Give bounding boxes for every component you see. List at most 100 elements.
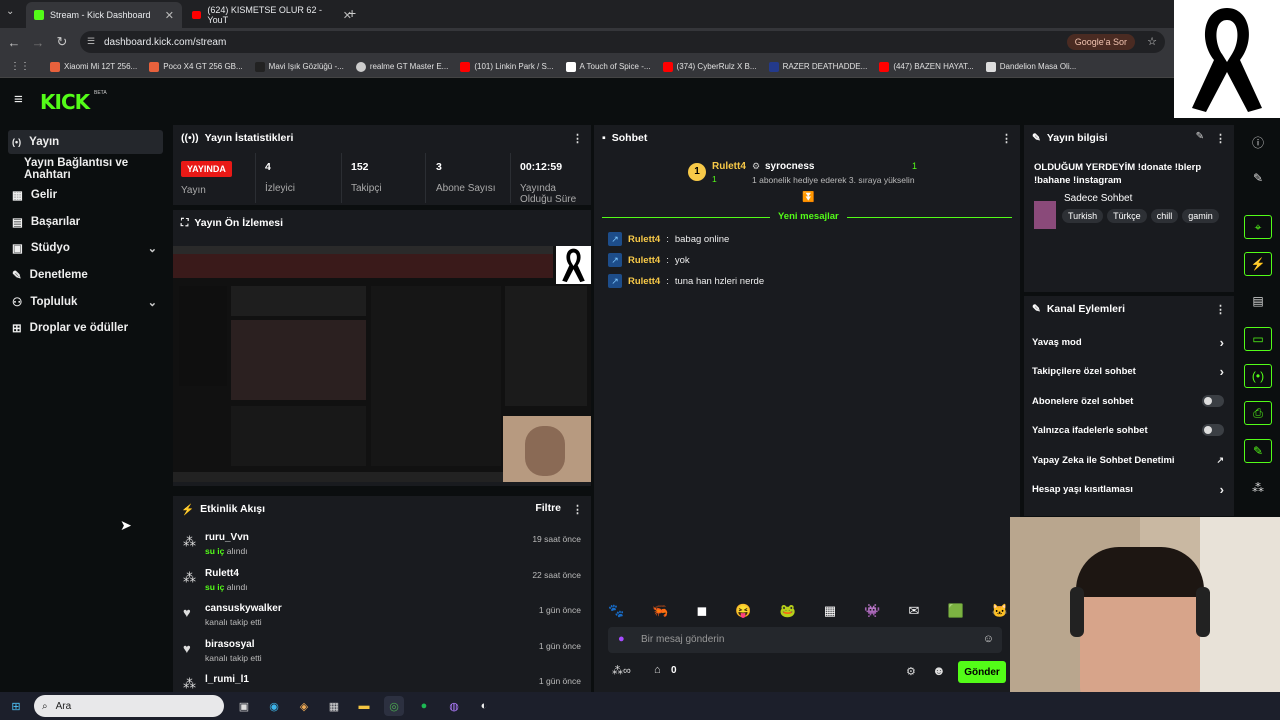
sidebar-item-droplar[interactable]: ⊞ Droplar ve ödüller bbox=[8, 316, 163, 340]
spotify-icon[interactable]: ● bbox=[414, 696, 434, 716]
chat-icon[interactable]: ▭ bbox=[1244, 327, 1272, 351]
info-icon[interactable]: ⓘ bbox=[1244, 130, 1272, 154]
edit-icon[interactable]: ✎ bbox=[1196, 131, 1204, 142]
microphone-icon[interactable]: ● bbox=[618, 633, 625, 645]
more-options-icon[interactable]: ⋮ bbox=[1215, 132, 1226, 145]
kick-logo[interactable]: KICK bbox=[40, 90, 90, 114]
bookmark-item[interactable]: A Touch of Spice -... bbox=[565, 61, 651, 72]
event-username[interactable]: ruru_Vvn bbox=[205, 532, 249, 543]
google-ask-button[interactable]: Google'a Sor bbox=[1066, 34, 1135, 50]
windows-start-icon[interactable]: ⊞ bbox=[6, 696, 26, 716]
subscribers-only-toggle[interactable] bbox=[1202, 395, 1224, 407]
emote-icon[interactable]: ◼ bbox=[697, 603, 708, 621]
event-username[interactable]: birasosyal bbox=[205, 639, 254, 650]
new-tab-icon[interactable]: + bbox=[348, 5, 356, 21]
action-slow-mode[interactable]: Yavaş mod › bbox=[1024, 328, 1232, 356]
emote-icon[interactable]: 🦐 bbox=[652, 603, 668, 621]
close-icon[interactable]: ✕ bbox=[165, 9, 174, 22]
reload-icon[interactable]: ↻ bbox=[50, 34, 74, 50]
site-info-icon[interactable]: ☰ bbox=[87, 36, 95, 47]
tab-youtube[interactable]: (624) KISMETSE OLUR 62 - YouT ✕ bbox=[184, 2, 360, 28]
event-username[interactable]: Rulett4 bbox=[205, 568, 239, 579]
chat-username[interactable]: Rulett4 bbox=[628, 255, 660, 266]
send-button[interactable]: Gönder bbox=[958, 661, 1006, 683]
taskbar-search[interactable]: ⌕ Ara bbox=[34, 695, 224, 717]
gifter-username[interactable]: syrocness bbox=[765, 161, 814, 172]
bookmark-item[interactable]: realme GT Master E... bbox=[355, 61, 448, 72]
forward-icon[interactable]: → bbox=[26, 35, 50, 50]
bookmark-item[interactable]: (374) CyberRulz X B... bbox=[662, 61, 757, 72]
copilot-icon[interactable]: ◈ bbox=[294, 696, 314, 716]
sidebar-item-gelir[interactable]: ▦ Gelir bbox=[8, 183, 163, 207]
channel-points-icon[interactable]: ⁂∞ bbox=[612, 664, 631, 677]
printer-icon[interactable]: ⎙ bbox=[1244, 401, 1272, 425]
lightning-icon[interactable]: ⚡ bbox=[1244, 252, 1272, 276]
stream-preview-video[interactable] bbox=[173, 246, 591, 482]
store-icon[interactable]: ▦ bbox=[324, 696, 344, 716]
clip-icon[interactable]: ⌖ bbox=[1244, 215, 1272, 239]
emote-icon[interactable]: ▦ bbox=[824, 603, 836, 621]
action-ai-moderation[interactable]: Yapay Zeka ile Sohbet Denetimi ↗ bbox=[1024, 446, 1232, 474]
bookmark-item[interactable]: Poco X4 GT 256 GB... bbox=[149, 61, 243, 72]
task-view-icon[interactable]: ▣ bbox=[234, 696, 254, 716]
bot-icon[interactable]: ☻ bbox=[932, 663, 946, 678]
filter-button[interactable]: Filtre bbox=[535, 502, 561, 514]
wrench-icon[interactable]: ✎ bbox=[1244, 439, 1272, 463]
sidebar-item-stream-key[interactable]: Yayın Bağlantısı ve Anahtarı bbox=[20, 157, 170, 181]
sidebar-item-yayin[interactable]: (•) Yayın bbox=[8, 130, 163, 154]
emote-icon[interactable]: 😝 bbox=[735, 603, 751, 621]
pencil-icon[interactable]: ✎ bbox=[1244, 166, 1272, 190]
sidebar-item-denetleme[interactable]: ✎ Denetleme bbox=[8, 263, 163, 287]
sidebar-item-topluluk[interactable]: ⚇ Topluluk ⌄ bbox=[8, 290, 163, 314]
expand-icon[interactable]: ⏬ bbox=[802, 192, 814, 203]
address-bar[interactable]: ☰ dashboard.kick.com/stream Google'a Sor… bbox=[80, 31, 1165, 53]
category-name[interactable]: Sadece Sohbet bbox=[1064, 193, 1132, 204]
bookmark-item[interactable]: (101) Linkin Park / S... bbox=[460, 61, 554, 72]
apps-icon[interactable]: ⋮⋮ bbox=[10, 61, 30, 72]
tag-pill[interactable]: Turkish bbox=[1062, 209, 1104, 223]
more-options-icon[interactable]: ⋮ bbox=[1215, 303, 1226, 316]
emotes-only-toggle[interactable] bbox=[1202, 424, 1224, 436]
bookmark-item[interactable]: RAZER DEATHADDE... bbox=[768, 61, 867, 72]
chat-input[interactable]: ● Bir mesaj gönderin ☺ bbox=[608, 627, 1002, 653]
obs-icon[interactable]: ◐ bbox=[474, 696, 494, 716]
gift-box-icon[interactable]: ⌂ bbox=[654, 664, 661, 676]
emote-icon[interactable]: 🐾 bbox=[608, 603, 624, 621]
more-options-icon[interactable]: ⋮ bbox=[572, 132, 583, 145]
back-icon[interactable]: ← bbox=[2, 35, 26, 50]
bookmark-item[interactable]: (447) BAZEN HAYAT... bbox=[879, 61, 974, 72]
leader-username[interactable]: Rulett4 bbox=[712, 161, 746, 172]
settings-gear-icon[interactable]: ⚙ bbox=[906, 665, 916, 678]
tag-pill[interactable]: chill bbox=[1150, 209, 1179, 223]
action-account-age[interactable]: Hesap yaşı kısıtlaması › bbox=[1024, 475, 1232, 503]
chrome-icon[interactable]: ◎ bbox=[384, 696, 404, 716]
discord-icon[interactable]: ◍ bbox=[444, 696, 464, 716]
emote-icon[interactable]: ✉ bbox=[908, 603, 919, 621]
tag-pill[interactable]: Türkçe bbox=[1107, 209, 1147, 223]
community-icon[interactable]: ⁂ bbox=[1244, 476, 1272, 500]
more-options-icon[interactable]: ⋮ bbox=[1001, 132, 1012, 145]
emote-icon[interactable]: 👾 bbox=[864, 603, 880, 621]
bookmark-item[interactable]: Mavi Işık Gözlüğü -... bbox=[254, 61, 344, 72]
tag-pill[interactable]: gamin bbox=[1182, 209, 1219, 223]
hamburger-menu-icon[interactable]: ≡ bbox=[14, 91, 23, 108]
document-icon[interactable]: ▤ bbox=[1244, 289, 1272, 313]
bookmark-star-icon[interactable]: ☆ bbox=[1147, 35, 1157, 48]
folder-icon[interactable]: ▬ bbox=[354, 696, 374, 716]
action-followers-only[interactable]: Takipçilere özel sohbet › bbox=[1024, 357, 1232, 385]
emoji-icon[interactable]: ☺ bbox=[983, 633, 994, 645]
emote-icon[interactable]: 🐱 bbox=[992, 603, 1008, 621]
bookmark-item[interactable]: Dandelion Masa Oli... bbox=[985, 61, 1076, 72]
broadcast-icon[interactable]: (•) bbox=[1244, 364, 1272, 388]
edge-icon[interactable]: ◉ bbox=[264, 696, 284, 716]
event-username[interactable]: cansuskywalker bbox=[205, 603, 282, 614]
tab-list-icon[interactable]: ⌄ bbox=[6, 6, 14, 17]
emote-icon[interactable]: 🐸 bbox=[780, 603, 796, 621]
sidebar-item-basarilar[interactable]: ▤ Başarılar bbox=[8, 210, 163, 234]
chat-username[interactable]: Rulett4 bbox=[628, 234, 660, 245]
more-options-icon[interactable]: ⋮ bbox=[572, 503, 583, 516]
tab-kick-dashboard[interactable]: Stream - Kick Dashboard ✕ bbox=[26, 2, 182, 28]
event-username[interactable]: l_rumi_l1 bbox=[205, 674, 249, 685]
sidebar-item-studyo[interactable]: ▣ Stüdyo ⌄ bbox=[8, 236, 163, 260]
bookmark-item[interactable]: Xiaomi Mi 12T 256... bbox=[50, 61, 137, 72]
